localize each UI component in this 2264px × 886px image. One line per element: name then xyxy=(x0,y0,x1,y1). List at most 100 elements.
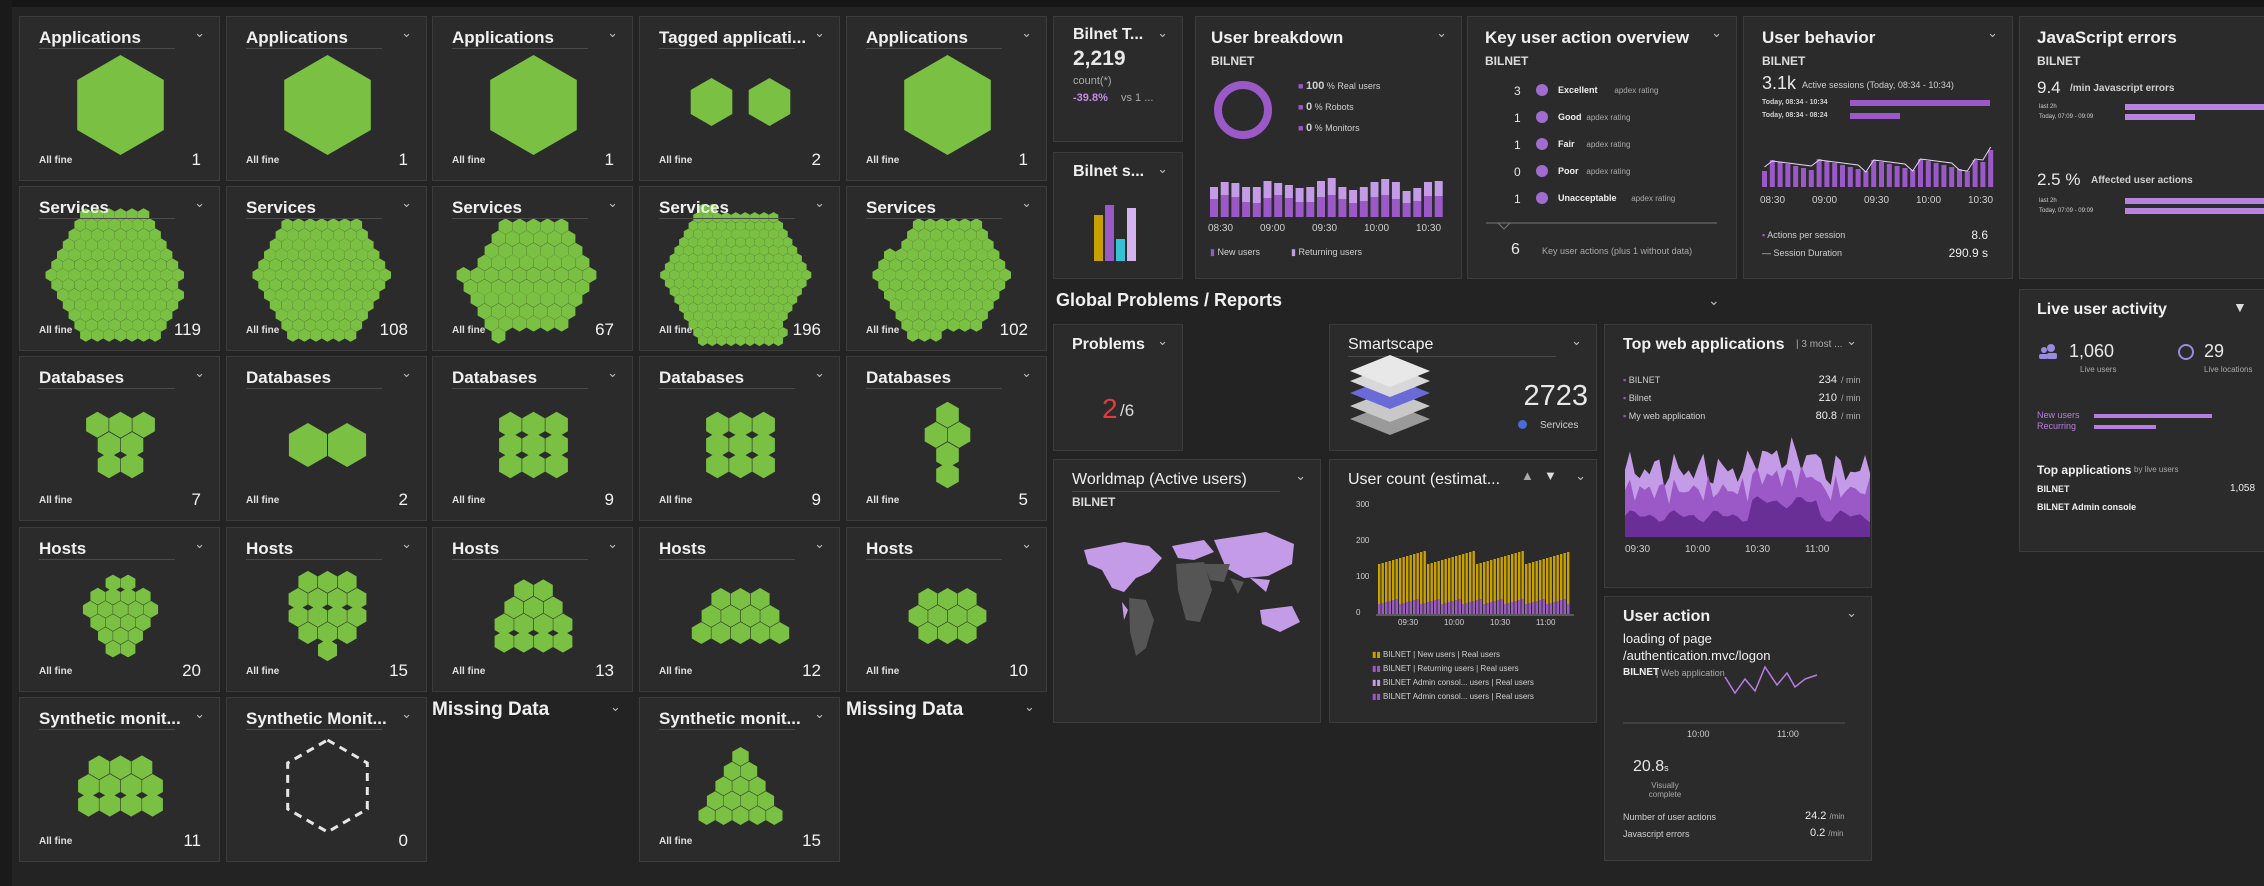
chevron-down-icon[interactable]: ⌄ xyxy=(1021,25,1032,41)
bar-returning xyxy=(1306,187,1315,202)
tile-title: JavaScript errors xyxy=(2037,28,2177,47)
chevron-down-icon[interactable]: ⌄ xyxy=(401,25,412,41)
chevron-down-icon[interactable]: ⌄ xyxy=(401,536,412,552)
user-behavior-tile[interactable]: User behavior ⌄ BILNET 3.1k Active sessi… xyxy=(1743,16,2013,279)
applications-tile[interactable]: Applications ⌄ All fine 1 xyxy=(432,16,633,181)
applications-tile[interactable]: Tagged applicati... ⌄ All fine 2 xyxy=(639,16,840,181)
delta-value: -39.8% xyxy=(1073,92,1108,104)
chevron-down-icon[interactable]: ⌄ xyxy=(1024,699,1035,715)
synthetic-tile[interactable]: Synthetic Monit... ⌄ 0 xyxy=(226,697,427,862)
hexagon-icon xyxy=(760,605,780,627)
hexagon-icon xyxy=(522,452,545,479)
total-problems: /6 xyxy=(1120,401,1135,420)
chevron-down-icon[interactable]: ⌄ xyxy=(607,365,618,381)
hosts-tile[interactable]: Hosts ⌄ All fine 13 xyxy=(432,527,633,692)
time-tick: 10:00 xyxy=(1916,195,1942,206)
services-tile[interactable]: Services ⌄ All fine 108 xyxy=(226,186,427,351)
hexagon-icon xyxy=(770,622,790,644)
hosts-tile[interactable]: Hosts ⌄ All fine 15 xyxy=(226,527,427,692)
services-tile[interactable]: Services ⌄ All fine 67 xyxy=(432,186,633,351)
status-text: All fine xyxy=(866,155,900,166)
bar-returning-users xyxy=(1476,600,1479,614)
legend-item: ▮▮ BILNET Admin consol... users | Real u… xyxy=(1372,678,1534,687)
chevron-down-icon[interactable]: ⌄ xyxy=(814,25,825,41)
user-action-tile[interactable]: User action ⌄ loading of page /authentic… xyxy=(1604,596,1872,861)
bar-returning xyxy=(1370,182,1379,197)
chevron-down-icon[interactable]: ⌄ xyxy=(610,699,621,715)
databases-tile[interactable]: Databases ⌄ All fine 2 xyxy=(226,356,427,521)
bar-returning-users xyxy=(1395,599,1398,614)
top-apps-title: Top applications xyxy=(2037,463,2132,477)
session-bar xyxy=(1918,159,1923,187)
session-bar xyxy=(1871,160,1877,187)
hosts-tile[interactable]: Hosts ⌄ All fine 20 xyxy=(19,527,220,692)
top-web-applications-tile[interactable]: Top web applications | 3 most ... ⌄ ▪ BI… xyxy=(1604,324,1872,588)
chevron-down-icon[interactable]: ⌄ xyxy=(194,195,205,211)
hosts-tile[interactable]: Hosts ⌄ All fine 12 xyxy=(639,527,840,692)
chevron-down-icon[interactable]: ⌄ xyxy=(194,706,205,722)
services-tile[interactable]: Services ⌄ All fine 119 xyxy=(19,186,220,351)
chevron-down-icon[interactable]: ⌄ xyxy=(194,365,205,381)
hexagon-icon xyxy=(90,614,106,632)
bar-returning-users xyxy=(1504,604,1507,614)
chevron-down-icon[interactable]: ⌄ xyxy=(194,536,205,552)
problems-tile[interactable]: Problems ⌄ 2 /6 xyxy=(1053,324,1183,451)
hexagon-icon xyxy=(908,605,928,627)
chevron-down-icon[interactable]: ⌄ xyxy=(194,25,205,41)
hexagon-icon xyxy=(318,570,337,593)
chevron-down-icon[interactable]: ⌄ xyxy=(607,195,618,211)
hexagon-icon xyxy=(499,452,522,479)
applications-tile[interactable]: Applications ⌄ All fine 1 xyxy=(846,16,1047,181)
legend-item: ▮▮ BILNET Admin consol... users | Real u… xyxy=(1372,692,1534,701)
chevron-down-icon[interactable]: ⌄ xyxy=(401,706,412,722)
javascript-errors-tile[interactable]: JavaScript errors BILNET 9.4 /min Javasc… xyxy=(2019,16,2264,279)
status-text: All fine xyxy=(246,666,280,677)
worldmap-tile[interactable]: Worldmap (Active users) ⌄ BILNET xyxy=(1053,459,1321,723)
synthetic-tile[interactable]: Synthetic monit... ⌄ All fine 15 xyxy=(639,697,840,862)
chevron-down-icon[interactable]: ⌄ xyxy=(814,195,825,211)
services-tile[interactable]: Services ⌄ All fine 102 xyxy=(846,186,1047,351)
chevron-down-icon[interactable]: ⌄ xyxy=(814,706,825,722)
bilnet-s-tile[interactable]: Bilnet s... ⌄ xyxy=(1053,152,1183,279)
session-bar xyxy=(1902,168,1908,187)
applications-tile[interactable]: Applications ⌄ All fine 1 xyxy=(19,16,220,181)
chevron-down-icon[interactable]: ⌄ xyxy=(1021,195,1032,211)
user-breakdown-tile[interactable]: User breakdown ⌄ BILNET ■ 100 % Real use… xyxy=(1195,16,1462,279)
session-bar xyxy=(1808,170,1814,187)
live-user-activity-tile[interactable]: Live user activity ▼ 1,060 Live users 29… xyxy=(2019,289,2264,552)
bar-returning-users xyxy=(1528,603,1531,614)
services-tile[interactable]: Services ⌄ All fine 196 xyxy=(639,186,840,351)
hexagon-icon xyxy=(957,622,977,644)
databases-tile[interactable]: Databases ⌄ All fine 7 xyxy=(19,356,220,521)
section-collapse-icon[interactable]: ⌄ xyxy=(1708,292,1720,309)
applications-tile[interactable]: Applications ⌄ All fine 1 xyxy=(226,16,427,181)
user-count-tile[interactable]: User count (estimat... ▲ ▼ ⌄ 300 200 100 0 … xyxy=(1329,459,1597,723)
smartscape-tile[interactable]: Smartscape ⌄ 2723 Services xyxy=(1329,324,1597,451)
chevron-down-icon[interactable]: ⌄ xyxy=(1021,536,1032,552)
hexagon-icon xyxy=(732,776,749,796)
hexagon-icon xyxy=(120,587,136,605)
chevron-down-icon[interactable]: ⌄ xyxy=(1157,333,1168,349)
legend-item: ▮▮ BILNET | New users | Real users xyxy=(1372,650,1500,659)
bar-new xyxy=(1381,195,1390,217)
chevron-down-icon[interactable]: ⌄ xyxy=(607,536,618,552)
chevron-down-icon[interactable]: ⌄ xyxy=(1157,25,1168,41)
status-text: All fine xyxy=(452,325,486,336)
databases-tile[interactable]: Databases ⌄ All fine 9 xyxy=(639,356,840,521)
bar-returning xyxy=(1252,187,1261,203)
chevron-down-icon[interactable]: ⌄ xyxy=(607,25,618,41)
hosts-tile[interactable]: Hosts ⌄ All fine 10 xyxy=(846,527,1047,692)
hexagon-icon xyxy=(543,596,563,619)
databases-tile[interactable]: Databases ⌄ All fine 5 xyxy=(846,356,1047,521)
bilnet-traffic-tile[interactable]: Bilnet T... ⌄ 2,219 count(*) -39.8% vs 1… xyxy=(1053,16,1183,142)
synthetic-tile[interactable]: Synthetic monit... ⌄ All fine 11 xyxy=(19,697,220,862)
chevron-down-icon[interactable]: ⌄ xyxy=(814,365,825,381)
session-bar xyxy=(1964,171,1970,187)
databases-tile[interactable]: Databases ⌄ All fine 9 xyxy=(432,356,633,521)
chevron-down-icon[interactable]: ⌄ xyxy=(1021,365,1032,381)
entity-count: 15 xyxy=(802,831,821,850)
chevron-down-icon[interactable]: ⌄ xyxy=(814,536,825,552)
chevron-down-icon[interactable]: ⌄ xyxy=(401,195,412,211)
chevron-down-icon[interactable]: ⌄ xyxy=(401,365,412,381)
key-user-action-tile[interactable]: Key user action overview ⌄ BILNET 3 Exce… xyxy=(1467,16,1737,279)
